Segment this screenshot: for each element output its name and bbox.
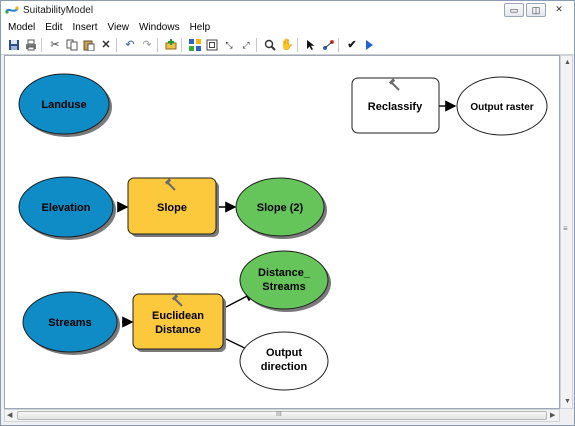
scroll-down-arrow-icon[interactable]: ▼	[564, 397, 571, 406]
horizontal-scroll-thumb[interactable]: III	[17, 411, 547, 420]
horizontal-scroll-grip: III	[276, 411, 282, 418]
landuse-node[interactable]: Landuse	[18, 73, 112, 137]
streams-node[interactable]: Streams	[22, 291, 120, 355]
validate-icon[interactable]: ✔	[345, 38, 359, 52]
window-title: SuitabilityModel	[23, 4, 94, 16]
scroll-up-arrow-icon[interactable]: ▲	[564, 58, 571, 67]
slope-tool-label: Slope	[157, 202, 187, 214]
delete-icon[interactable]: ✕	[99, 38, 113, 52]
menu-windows[interactable]: Windows	[134, 22, 185, 33]
menu-insert[interactable]: Insert	[67, 22, 102, 33]
zoom-in-fixed-icon[interactable]: ⤡	[222, 38, 236, 52]
toolbar-separator	[338, 37, 339, 52]
zoom-out-fixed-icon[interactable]: ⤢	[239, 38, 253, 52]
menu-help[interactable]: Help	[185, 22, 216, 33]
pan-icon[interactable]: ✋	[280, 38, 294, 52]
distance-streams-label-line1: Distance_	[258, 267, 311, 279]
scrollbar-corner	[560, 409, 573, 422]
auto-layout-icon[interactable]	[188, 38, 202, 52]
output-raster-label: Output raster	[470, 102, 533, 113]
print-icon[interactable]	[24, 38, 38, 52]
reclassify-tool-node[interactable]: Reclassify	[351, 77, 440, 134]
scroll-right-arrow-icon[interactable]: ▶	[550, 411, 555, 420]
menu-edit[interactable]: Edit	[40, 22, 67, 33]
output-direction-label-line2: direction	[261, 361, 308, 373]
toolbar-separator	[256, 37, 257, 52]
toolbar: ✂ ✕ ↶ ↷ ⤡ ⤢ ✋ ✔	[1, 35, 574, 55]
euclidean-label-line2: Distance	[155, 324, 201, 336]
toolbar-separator	[181, 37, 182, 52]
output-direction-node[interactable]: Output direction	[239, 331, 329, 391]
select-icon[interactable]	[304, 38, 318, 52]
toolbar-separator	[41, 37, 42, 52]
add-data-icon[interactable]	[164, 38, 178, 52]
restore-button[interactable]: ◫	[526, 3, 546, 17]
toolbar-separator	[116, 37, 117, 52]
distance-streams-node[interactable]: Distance_ Streams	[239, 250, 331, 312]
output-direction-label-line1: Output	[266, 347, 302, 359]
slope-output-node[interactable]: Slope (2)	[235, 177, 327, 239]
zoom-icon[interactable]	[263, 38, 277, 52]
save-icon[interactable]	[7, 38, 21, 52]
model-diagram: Landuse Elevation Slope Slope (2) Stream…	[18, 73, 548, 391]
distance-streams-label-line2: Streams	[262, 281, 305, 293]
euclidean-distance-tool-node[interactable]: Euclidean Distance	[132, 293, 226, 352]
streams-label: Streams	[48, 317, 91, 329]
minimize-button[interactable]: ▭	[504, 3, 524, 17]
redo-icon[interactable]: ↷	[140, 38, 154, 52]
undo-icon[interactable]: ↶	[123, 38, 137, 52]
slope-output-label: Slope (2)	[257, 202, 304, 214]
menu-model[interactable]: Model	[1, 22, 40, 33]
euclidean-label-line1: Euclidean	[152, 310, 204, 322]
cut-icon[interactable]: ✂	[48, 38, 62, 52]
slope-tool-node[interactable]: Slope	[127, 177, 219, 237]
landuse-label: Landuse	[41, 99, 86, 111]
paste-icon[interactable]	[82, 38, 96, 52]
model-window: SuitabilityModel ▭ ◫ ✕ Model Edit Insert…	[0, 0, 575, 426]
menu-bar: Model Edit Insert View Windows Help	[1, 19, 574, 35]
menu-view[interactable]: View	[103, 22, 135, 33]
scroll-left-arrow-icon[interactable]: ◀	[7, 411, 12, 420]
title-bar: SuitabilityModel ▭ ◫ ✕	[1, 1, 574, 19]
elevation-label: Elevation	[42, 202, 91, 214]
connect-icon[interactable]	[321, 38, 335, 52]
reclassify-label: Reclassify	[368, 101, 423, 113]
toolbar-separator	[157, 37, 158, 52]
run-icon[interactable]	[362, 38, 376, 52]
copy-icon[interactable]	[65, 38, 79, 52]
model-app-icon	[5, 6, 19, 14]
horizontal-scrollbar[interactable]: ◀ III ▶	[4, 409, 560, 422]
close-button[interactable]: ✕	[548, 3, 570, 17]
output-raster-node[interactable]: Output raster	[456, 76, 548, 136]
vertical-scroll-grip[interactable]: ≡	[563, 224, 568, 233]
vertical-scrollbar[interactable]: ▲ ≡ ▼	[560, 55, 573, 409]
toolbar-separator	[297, 37, 298, 52]
elevation-node[interactable]: Elevation	[18, 176, 116, 240]
model-canvas[interactable]: Landuse Elevation Slope Slope (2) Stream…	[4, 55, 560, 409]
full-extent-icon[interactable]	[205, 38, 219, 52]
